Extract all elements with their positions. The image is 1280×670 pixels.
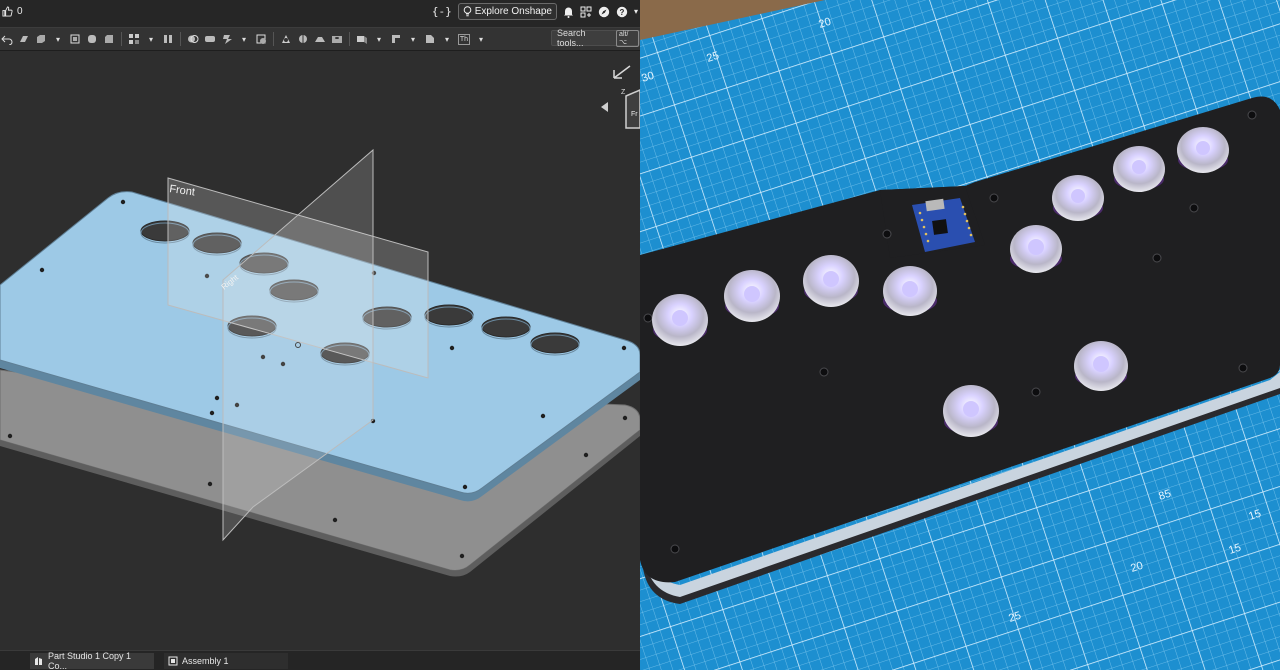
chevron-down-icon[interactable]: ▾ bbox=[474, 33, 488, 45]
explore-onshape-label: Explore Onshape bbox=[474, 6, 552, 17]
button-cap bbox=[883, 266, 937, 316]
mirror-icon[interactable] bbox=[161, 33, 175, 45]
apps-grid-icon[interactable] bbox=[580, 6, 592, 18]
mate-connector-icon[interactable] bbox=[389, 33, 403, 45]
pattern-icon[interactable] bbox=[127, 33, 141, 45]
shell-icon[interactable] bbox=[279, 33, 293, 45]
button-cap bbox=[803, 255, 859, 307]
view-cube[interactable]: Z Fr bbox=[601, 65, 640, 129]
rib-icon[interactable] bbox=[313, 33, 327, 45]
text-tool-label: Th bbox=[457, 33, 471, 45]
document-tab-bar: Part Studio 1 Copy 1 Co... Assembly 1 bbox=[0, 650, 640, 670]
tab-assembly[interactable]: Assembly 1 bbox=[164, 653, 288, 669]
product-photo: 20 25 30 15 85 20 25 15 bbox=[640, 0, 1280, 670]
draft-icon[interactable] bbox=[296, 33, 310, 45]
split-icon[interactable] bbox=[203, 33, 217, 45]
photo-drawing: 20 25 30 15 85 20 25 15 bbox=[640, 0, 1280, 670]
explore-onshape-button[interactable]: Explore Onshape bbox=[457, 3, 557, 20]
thumbs-up-icon bbox=[2, 6, 13, 17]
view-cube-face-label: Fr bbox=[631, 111, 638, 118]
button-cap bbox=[943, 385, 999, 437]
button-cap bbox=[1052, 175, 1104, 221]
code-icon[interactable]: {-} bbox=[432, 5, 452, 18]
lightbulb-icon bbox=[463, 6, 472, 17]
svg-text:?: ? bbox=[620, 8, 625, 17]
cad-model-drawing[interactable]: Front Right Z Fr bbox=[0, 50, 640, 650]
button-cap bbox=[652, 294, 708, 346]
help-icon[interactable]: ? bbox=[616, 6, 628, 18]
search-tools-input[interactable]: Search tools... alt/⌥ bbox=[551, 28, 640, 48]
revolve-icon[interactable] bbox=[34, 33, 48, 45]
chevron-down-icon[interactable]: ▾ bbox=[440, 33, 454, 45]
boolean-icon[interactable] bbox=[186, 33, 200, 45]
button-cap bbox=[724, 270, 780, 322]
chamfer-icon[interactable] bbox=[102, 33, 116, 45]
feature-toolbar: ▾ ▾ ▾ ▾ ▾ ▾ Th ▾ Search tools... alt/⌥ bbox=[0, 27, 640, 51]
bell-icon[interactable] bbox=[563, 6, 574, 18]
fillet-icon[interactable] bbox=[85, 33, 99, 45]
delete-part-icon[interactable] bbox=[254, 33, 268, 45]
chevron-down-icon[interactable]: ▾ bbox=[51, 33, 65, 45]
search-tools-placeholder: Search tools... bbox=[557, 28, 586, 48]
chevron-down-icon[interactable]: ▾ bbox=[372, 33, 386, 45]
button-cap bbox=[1074, 341, 1128, 391]
part-studio-icon bbox=[34, 656, 44, 666]
top-bar: 0 {-} Explore Onshape ? ▾ bbox=[0, 0, 640, 27]
hole-icon[interactable] bbox=[330, 33, 344, 45]
sheet-metal-icon[interactable] bbox=[423, 33, 437, 45]
chevron-down-icon[interactable]: ▾ bbox=[144, 33, 158, 45]
chevron-down-icon[interactable]: ▾ bbox=[406, 33, 420, 45]
transform-icon[interactable] bbox=[220, 33, 234, 45]
like-button[interactable]: 0 bbox=[2, 6, 23, 17]
compass-icon[interactable] bbox=[598, 6, 610, 18]
assembly-icon bbox=[168, 656, 178, 666]
tab-part-studio-label: Part Studio 1 Copy 1 Co... bbox=[48, 651, 132, 670]
undo-icon[interactable] bbox=[0, 33, 14, 45]
button-cap bbox=[1177, 127, 1229, 173]
like-count: 0 bbox=[17, 6, 23, 17]
extrude-icon[interactable] bbox=[17, 33, 31, 45]
search-shortcut: alt/⌥ bbox=[616, 29, 639, 47]
button-cap bbox=[1113, 146, 1165, 192]
button-cap bbox=[1010, 225, 1062, 273]
chevron-down-icon[interactable]: ▾ bbox=[634, 7, 638, 16]
text-tool-icon[interactable]: Th bbox=[457, 33, 471, 45]
tab-assembly-label: Assembly 1 bbox=[182, 656, 229, 666]
view-cube-axis-label: Z bbox=[621, 89, 626, 96]
plane-icon[interactable] bbox=[355, 33, 369, 45]
cad-panel: 0 {-} Explore Onshape ? ▾ ▾ ▾ ▾ ▾ ▾ ▾ Th… bbox=[0, 0, 640, 670]
tab-part-studio[interactable]: Part Studio 1 Copy 1 Co... bbox=[30, 651, 154, 670]
sweep-icon[interactable] bbox=[68, 33, 82, 45]
chevron-down-icon[interactable]: ▾ bbox=[237, 33, 251, 45]
graphics-viewport[interactable]: Front Right Z Fr bbox=[0, 50, 640, 650]
